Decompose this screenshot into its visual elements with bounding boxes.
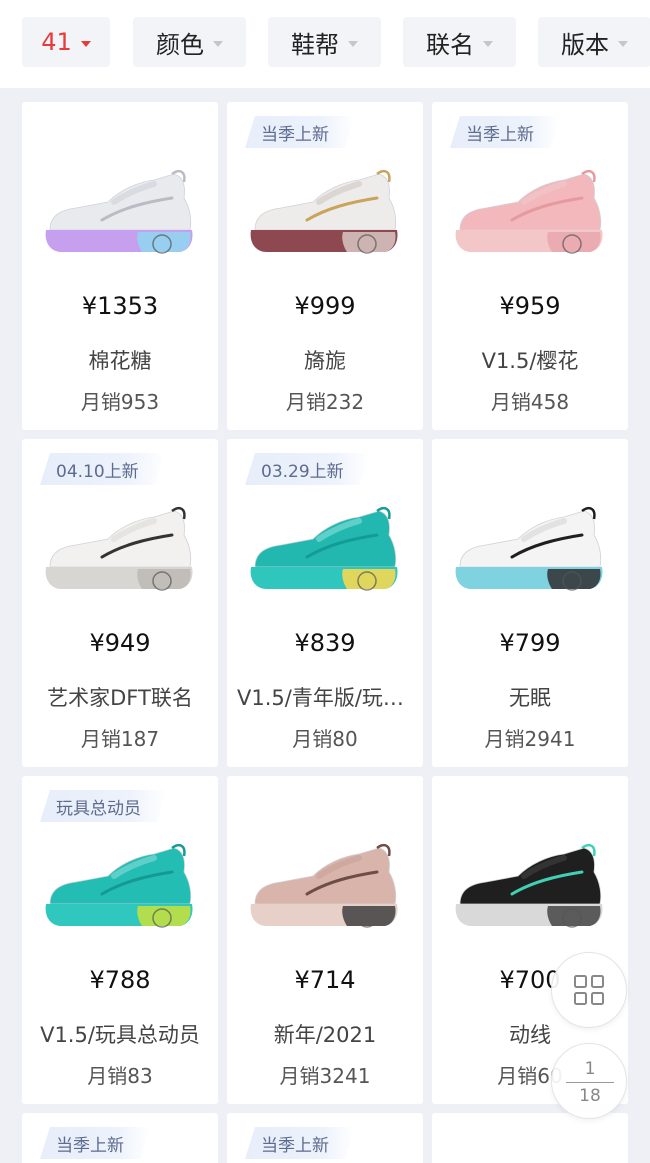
product-sales: 月销83 (87, 1064, 153, 1088)
product-card[interactable]: ¥1353 棉花糖月销953 (22, 102, 218, 430)
filter-color[interactable]: 颜色 (133, 17, 246, 67)
caret-down-icon (483, 40, 493, 47)
product-sales: 月销2941 (484, 727, 576, 751)
product-tag: 当季上新 (40, 1127, 150, 1159)
shoe-image (45, 507, 193, 591)
product-card[interactable]: 玩具总动员 ¥788 V1.5/玩具总动员 月销83 (22, 776, 218, 1104)
shoe-upper (49, 847, 192, 905)
product-sales: 月销953 (80, 390, 160, 414)
product-sales: 月销80 (292, 727, 358, 751)
product-price: ¥949 (89, 629, 151, 657)
product-sales: 月销187 (80, 727, 160, 751)
product-card[interactable] (432, 1113, 628, 1163)
page-divider (566, 1082, 614, 1083)
caret-down-icon (80, 40, 91, 47)
filter-size-label: 41 (41, 28, 72, 56)
shoe-image (45, 844, 193, 928)
filter-version-label: 版本 (561, 30, 609, 59)
caret-down-icon (348, 40, 358, 47)
product-price: ¥799 (499, 629, 561, 657)
shoe-image (250, 507, 398, 591)
shoe-upper (254, 847, 397, 905)
page-current: 1 (584, 1059, 596, 1079)
shoe-image (455, 170, 603, 254)
filter-version[interactable]: 版本 (538, 17, 650, 67)
shoe-image (250, 170, 398, 254)
product-card[interactable]: 04.10上新 ¥949 艺术家DFT联名 月销187 (22, 439, 218, 767)
filter-bar: 41 颜色 鞋帮 联名 版本 (0, 0, 650, 88)
product-price: ¥959 (499, 292, 561, 320)
product-name: V1.5/玩具总动员 (40, 1023, 200, 1047)
product-card[interactable]: 当季上新 (22, 1113, 218, 1163)
product-name: 旖旎 (304, 349, 346, 373)
product-tag: 玩具总动员 (40, 790, 167, 822)
product-price: ¥999 (294, 292, 356, 320)
shoe-upper (49, 510, 192, 568)
product-sales: 月销458 (490, 390, 570, 414)
shoe-upper (459, 173, 602, 231)
product-tag: 04.10上新 (40, 453, 165, 485)
product-price: ¥1353 (81, 292, 159, 320)
product-card[interactable]: 当季上新 ¥999 旖旎月销232 (227, 102, 423, 430)
product-sales: 月销232 (285, 390, 365, 414)
filter-upper-height[interactable]: 鞋帮 (268, 17, 381, 67)
product-name: 新年/2021 (273, 1023, 377, 1047)
product-name: V1.5/樱花 (481, 349, 579, 373)
shoe-image (455, 844, 603, 928)
filter-upper-height-label: 鞋帮 (291, 30, 339, 59)
shoe-upper (459, 510, 602, 568)
shoe-image (455, 507, 603, 591)
product-tag: 当季上新 (245, 116, 355, 148)
filter-color-label: 颜色 (156, 30, 204, 59)
page-indicator: 1 18 (551, 1043, 627, 1119)
product-card[interactable]: 当季上新 ¥959 V1.5/樱花 月销458 (432, 102, 628, 430)
shoe-image (45, 170, 193, 254)
shoe-upper (49, 173, 192, 231)
caret-down-icon (213, 40, 223, 47)
product-price: ¥839 (294, 629, 356, 657)
product-card[interactable]: 当季上新 (227, 1113, 423, 1163)
shoe-upper (254, 510, 397, 568)
product-tag: 当季上新 (450, 116, 560, 148)
product-name: 无眠 (509, 686, 551, 710)
caret-down-icon (618, 40, 628, 47)
filter-collab-label: 联名 (426, 30, 474, 59)
product-name: 艺术家DFT联名 (47, 686, 193, 710)
product-price: ¥714 (294, 966, 356, 994)
shoe-image (250, 844, 398, 928)
product-name: 棉花糖 (88, 349, 152, 373)
product-sales: 月销3241 (279, 1064, 371, 1088)
product-card[interactable]: 03.29上新 ¥839 V1.5/青年版/玩具总动员月销80 (227, 439, 423, 767)
shoe-upper (459, 847, 602, 905)
product-card[interactable]: ¥799 无眠月销2941 (432, 439, 628, 767)
filter-size[interactable]: 41 (22, 17, 110, 67)
product-price: ¥788 (89, 966, 151, 994)
shoe-upper (254, 173, 397, 231)
page-total: 18 (579, 1086, 601, 1106)
product-name: V1.5/青年版/玩具总动员 (237, 686, 413, 710)
grid-view-icon (574, 975, 604, 1005)
filter-collab[interactable]: 联名 (403, 17, 516, 67)
product-card[interactable]: ¥714 新年/2021 月销3241 (227, 776, 423, 1104)
product-tag: 当季上新 (245, 1127, 355, 1159)
product-tag: 03.29上新 (245, 453, 370, 485)
grid-view-toggle-button[interactable] (551, 952, 627, 1028)
